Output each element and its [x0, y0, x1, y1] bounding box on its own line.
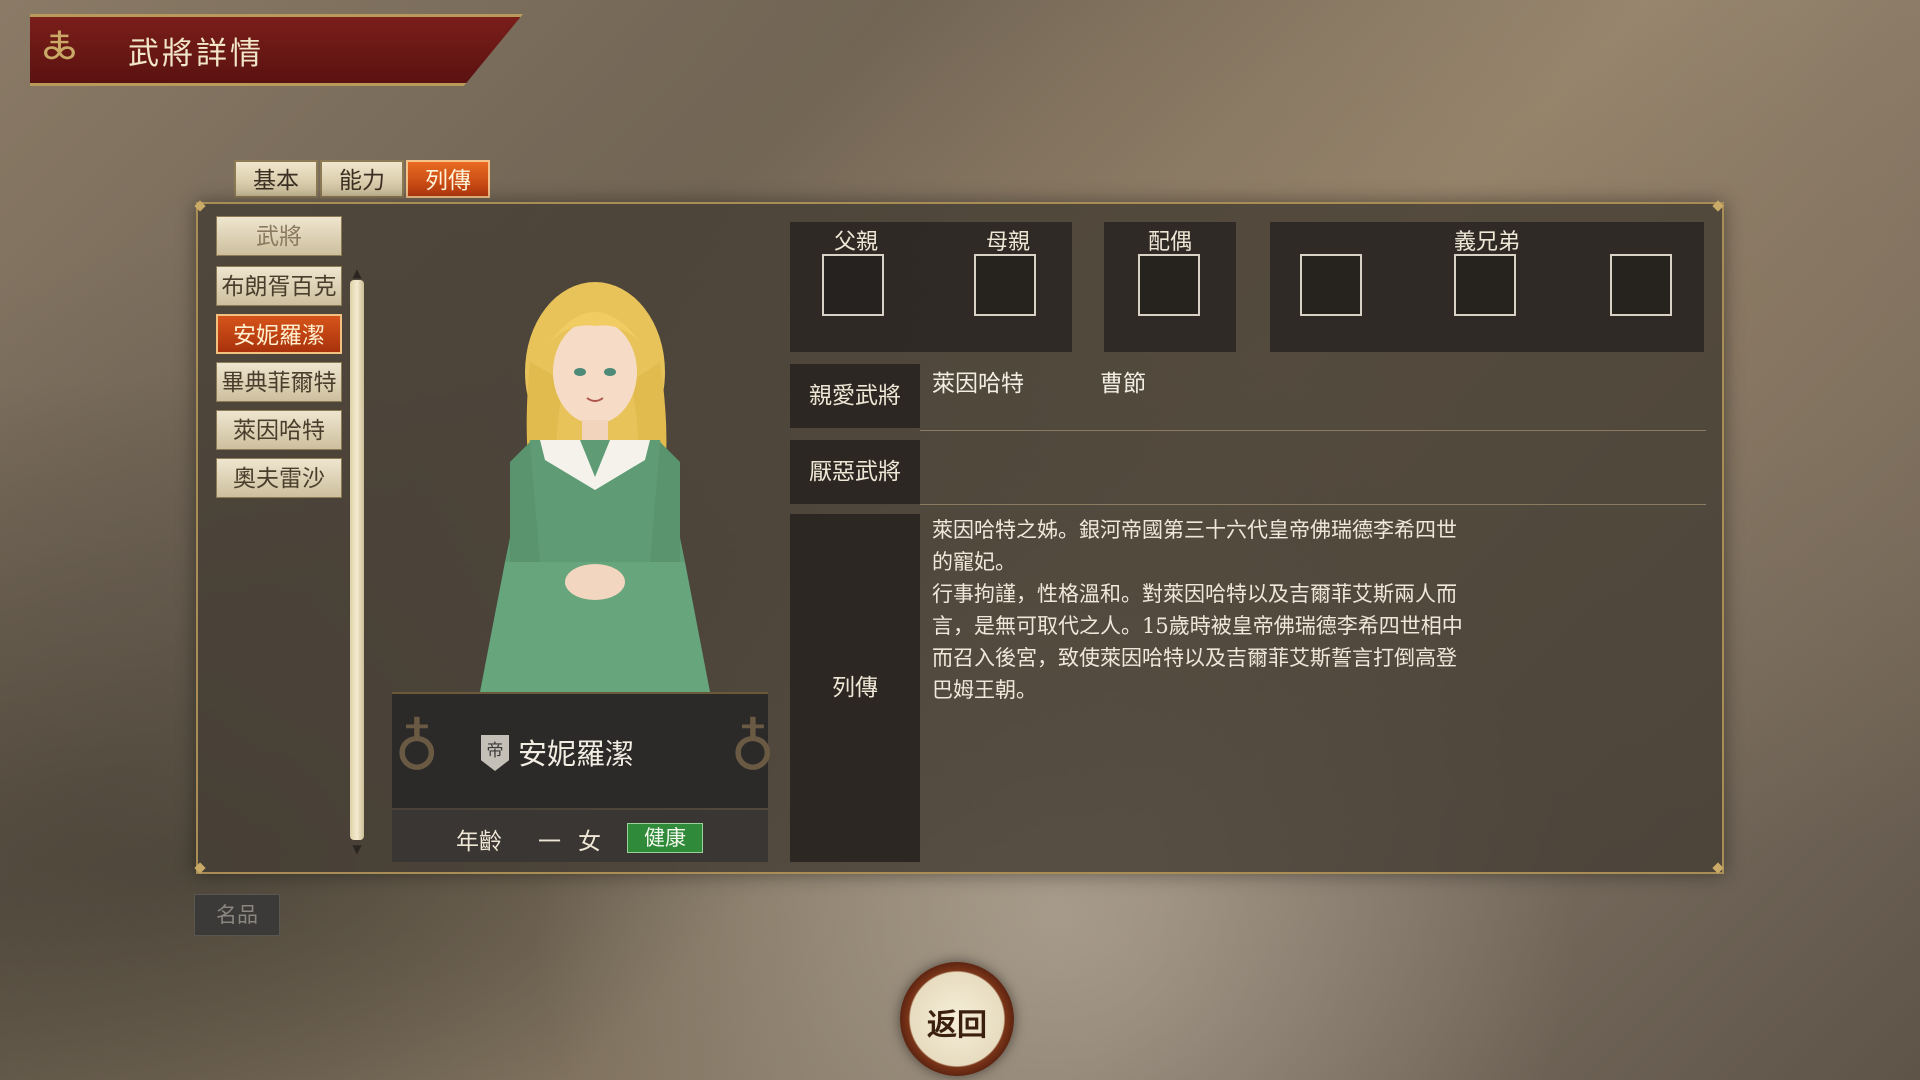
character-portrait: [480, 282, 710, 692]
row-divider: [920, 504, 1706, 505]
favored-officer-name[interactable]: 萊因哈特: [932, 364, 1024, 398]
sworn-sibling-slot[interactable]: [1300, 254, 1362, 316]
list-item-officer[interactable]: 奧夫雷沙: [216, 458, 342, 498]
tab-basic[interactable]: 基本: [234, 160, 318, 198]
sworn-siblings-label: 義兄弟: [1453, 230, 1520, 255]
treasures-button[interactable]: 名品: [194, 894, 280, 936]
page-title: 武將詳情: [128, 36, 264, 72]
age-value: 一: [538, 829, 561, 855]
mother-slot[interactable]: [974, 254, 1036, 316]
health-status-badge: 健康: [627, 823, 703, 853]
favored-officers-label: 親愛武將: [790, 364, 920, 428]
tab-biography[interactable]: 列傳: [406, 160, 490, 198]
list-scrollbar[interactable]: [350, 280, 364, 840]
tab-ability[interactable]: 能力: [320, 160, 404, 198]
mother-label: 母親: [985, 230, 1030, 255]
father-slot[interactable]: [822, 254, 884, 316]
return-button-label[interactable]: 返回: [900, 1000, 1014, 1044]
father-label: 父親: [833, 230, 878, 255]
spouse-slot[interactable]: [1138, 254, 1200, 316]
age-label: 年齡: [456, 829, 502, 855]
row-divider: [920, 430, 1706, 431]
biography-label: 列傳: [790, 514, 920, 862]
scroll-ornament-icon: ♁: [394, 711, 440, 784]
gender-value: 女: [578, 829, 601, 855]
scroll-down-arrow-icon[interactable]: ▼: [350, 842, 364, 856]
list-item-officer[interactable]: 布朗胥百克: [216, 266, 342, 306]
sworn-sibling-slot[interactable]: [1454, 254, 1516, 316]
scroll-up-arrow-icon[interactable]: ▲: [350, 266, 364, 280]
list-header-officers[interactable]: 武將: [216, 216, 342, 256]
list-item-officer[interactable]: 畢典菲爾特: [216, 362, 342, 402]
spouse-label: 配偶: [1147, 230, 1192, 255]
sworn-sibling-slot[interactable]: [1610, 254, 1672, 316]
character-name: 安妮羅潔: [518, 737, 635, 771]
list-item-officer-selected[interactable]: 安妮羅潔: [216, 314, 342, 354]
disliked-officers-label: 厭惡武將: [790, 440, 920, 504]
cloud-ornament-icon: 🜏: [42, 23, 77, 69]
favored-officer-name[interactable]: 曹節: [1100, 364, 1146, 398]
scroll-ornament-icon: ♁: [730, 711, 776, 784]
biography-text: 萊因哈特之姊。銀河帝國第三十六代皇帝佛瑞德李希四世 的寵妃。 行事拘謹，性格溫和…: [932, 518, 1463, 702]
list-item-officer[interactable]: 萊因哈特: [216, 410, 342, 450]
